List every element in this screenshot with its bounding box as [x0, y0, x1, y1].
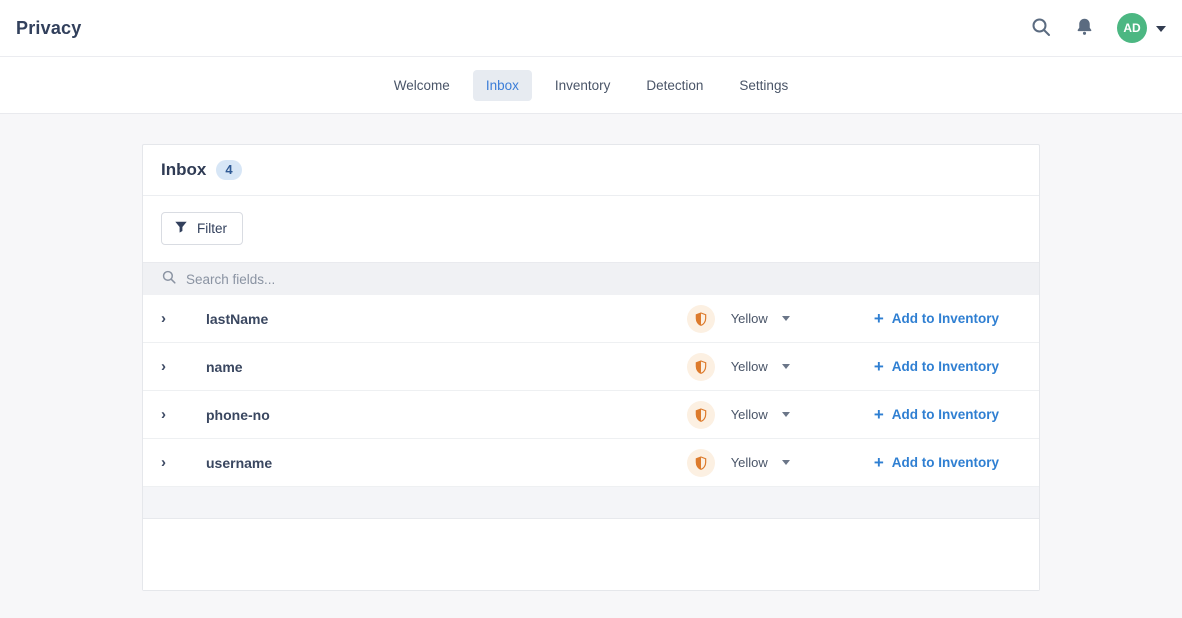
severity-dropdown-icon[interactable]: [782, 412, 790, 417]
search-button[interactable]: [1030, 16, 1052, 41]
plus-icon: +: [874, 454, 884, 471]
add-to-inventory-label: Add to Inventory: [892, 407, 999, 422]
app-title: Privacy: [16, 18, 81, 39]
add-to-inventory-button[interactable]: + Add to Inventory: [874, 310, 999, 327]
card-bottom-space: [143, 519, 1039, 590]
expand-chevron-icon[interactable]: ›: [161, 310, 206, 327]
severity-dropdown-icon[interactable]: [782, 460, 790, 465]
search-icon: [161, 269, 177, 290]
user-menu[interactable]: AD: [1117, 13, 1166, 43]
table-footer: [143, 487, 1039, 519]
tab-inventory[interactable]: Inventory: [542, 70, 624, 101]
chevron-down-icon: [1156, 26, 1166, 32]
header-actions: AD: [1030, 13, 1166, 43]
plus-icon: +: [874, 406, 884, 423]
tab-inbox[interactable]: Inbox: [473, 70, 532, 101]
field-name: name: [206, 359, 687, 375]
shield-icon: [687, 353, 715, 381]
field-row-name: › name Yellow + Add to Inventory: [143, 343, 1039, 391]
severity-dropdown-icon[interactable]: [782, 364, 790, 369]
expand-chevron-icon[interactable]: ›: [161, 406, 206, 423]
add-to-inventory-label: Add to Inventory: [892, 359, 999, 374]
field-row-phone-no: › phone-no Yellow + Add to Inventory: [143, 391, 1039, 439]
field-row-lastname: › lastName Yellow + Add to Inventory: [143, 295, 1039, 343]
bell-icon: [1074, 16, 1095, 41]
tab-welcome[interactable]: Welcome: [381, 70, 463, 101]
plus-icon: +: [874, 358, 884, 375]
field-name: phone-no: [206, 407, 687, 423]
severity-value: Yellow: [731, 311, 768, 326]
search-fields-input[interactable]: [186, 272, 1021, 287]
field-name: username: [206, 455, 687, 471]
top-header: Privacy AD: [0, 0, 1182, 57]
expand-chevron-icon[interactable]: ›: [161, 358, 206, 375]
filter-button-label: Filter: [197, 221, 227, 236]
add-to-inventory-label: Add to Inventory: [892, 311, 999, 326]
add-to-inventory-button[interactable]: + Add to Inventory: [874, 406, 999, 423]
row-actions: Yellow + Add to Inventory: [687, 401, 999, 429]
filter-funnel-icon: [174, 220, 188, 237]
severity-value: Yellow: [731, 359, 768, 374]
inbox-count-badge: 4: [216, 160, 241, 180]
row-actions: Yellow + Add to Inventory: [687, 305, 999, 333]
field-name: lastName: [206, 311, 687, 327]
filter-button[interactable]: Filter: [161, 212, 243, 245]
avatar[interactable]: AD: [1117, 13, 1147, 43]
tab-detection[interactable]: Detection: [633, 70, 716, 101]
search-icon: [1030, 16, 1052, 41]
search-fields-bar: [143, 262, 1039, 295]
field-row-username: › username Yellow + Add to Inventory: [143, 439, 1039, 487]
severity-value: Yellow: [731, 455, 768, 470]
severity-dropdown-icon[interactable]: [782, 316, 790, 321]
shield-icon: [687, 449, 715, 477]
severity-value: Yellow: [731, 407, 768, 422]
tab-settings[interactable]: Settings: [726, 70, 801, 101]
add-to-inventory-label: Add to Inventory: [892, 455, 999, 470]
inbox-card-header: Inbox 4: [143, 145, 1039, 196]
inbox-card: Inbox 4 Filter › lastName: [142, 144, 1040, 591]
plus-icon: +: [874, 310, 884, 327]
row-actions: Yellow + Add to Inventory: [687, 449, 999, 477]
main-nav: Welcome Inbox Inventory Detection Settin…: [0, 57, 1182, 114]
page-title: Inbox: [161, 160, 206, 180]
expand-chevron-icon[interactable]: ›: [161, 454, 206, 471]
add-to-inventory-button[interactable]: + Add to Inventory: [874, 454, 999, 471]
row-actions: Yellow + Add to Inventory: [687, 353, 999, 381]
add-to-inventory-button[interactable]: + Add to Inventory: [874, 358, 999, 375]
filter-section: Filter: [143, 196, 1039, 262]
shield-icon: [687, 305, 715, 333]
shield-icon: [687, 401, 715, 429]
notifications-button[interactable]: [1074, 16, 1095, 41]
